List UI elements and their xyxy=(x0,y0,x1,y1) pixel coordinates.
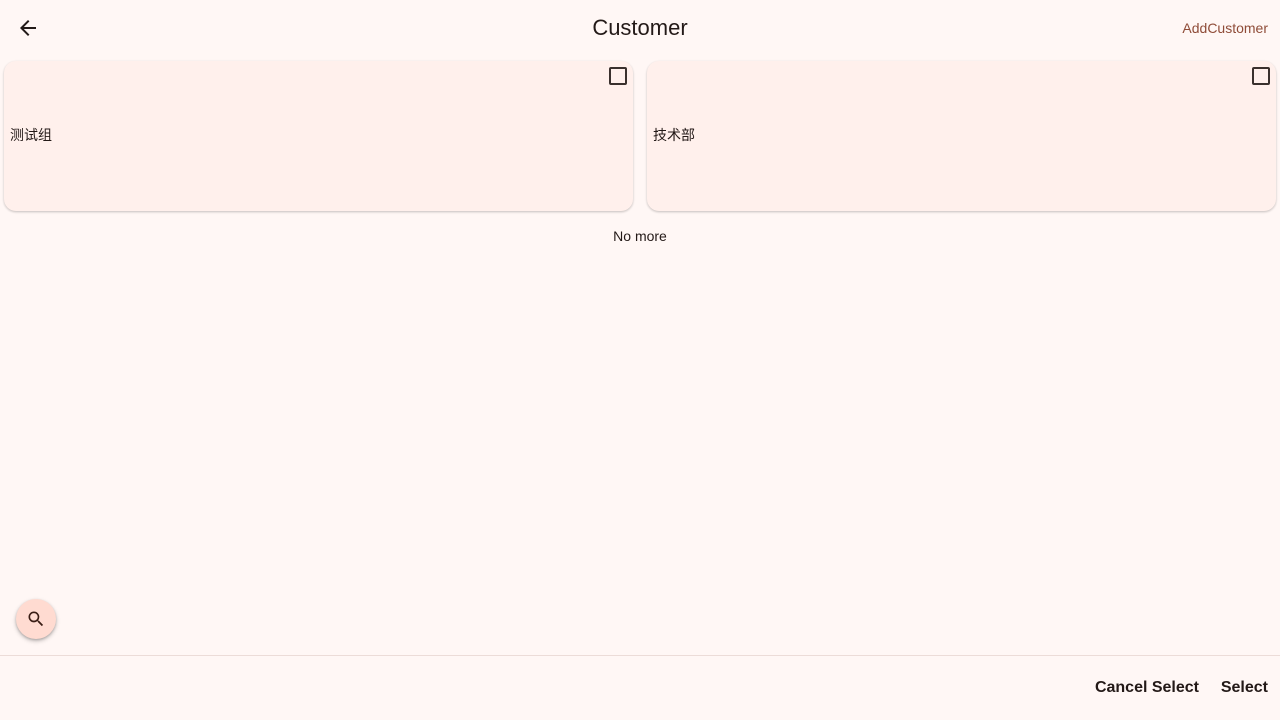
add-customer-button[interactable]: AddCustomer xyxy=(1182,18,1268,38)
select-button[interactable]: Select xyxy=(1215,674,1274,702)
page-title: Customer xyxy=(592,15,688,40)
customer-card[interactable]: 技术部 xyxy=(647,61,1276,211)
search-icon xyxy=(28,611,44,627)
customer-name: 技术部 xyxy=(653,128,695,144)
customer-name: 测试组 xyxy=(10,128,52,144)
app-bar: Customer AddCustomer xyxy=(0,0,1280,56)
list-end-text: No more xyxy=(613,228,667,244)
card-checkbox[interactable] xyxy=(1252,67,1270,85)
card-checkbox[interactable] xyxy=(609,67,627,85)
cancel-select-button[interactable]: Cancel Select xyxy=(1089,674,1205,702)
bottom-action-bar: Cancel Select Select xyxy=(0,655,1280,720)
customer-card[interactable]: 测试组 xyxy=(4,61,633,211)
search-fab[interactable] xyxy=(16,599,56,639)
